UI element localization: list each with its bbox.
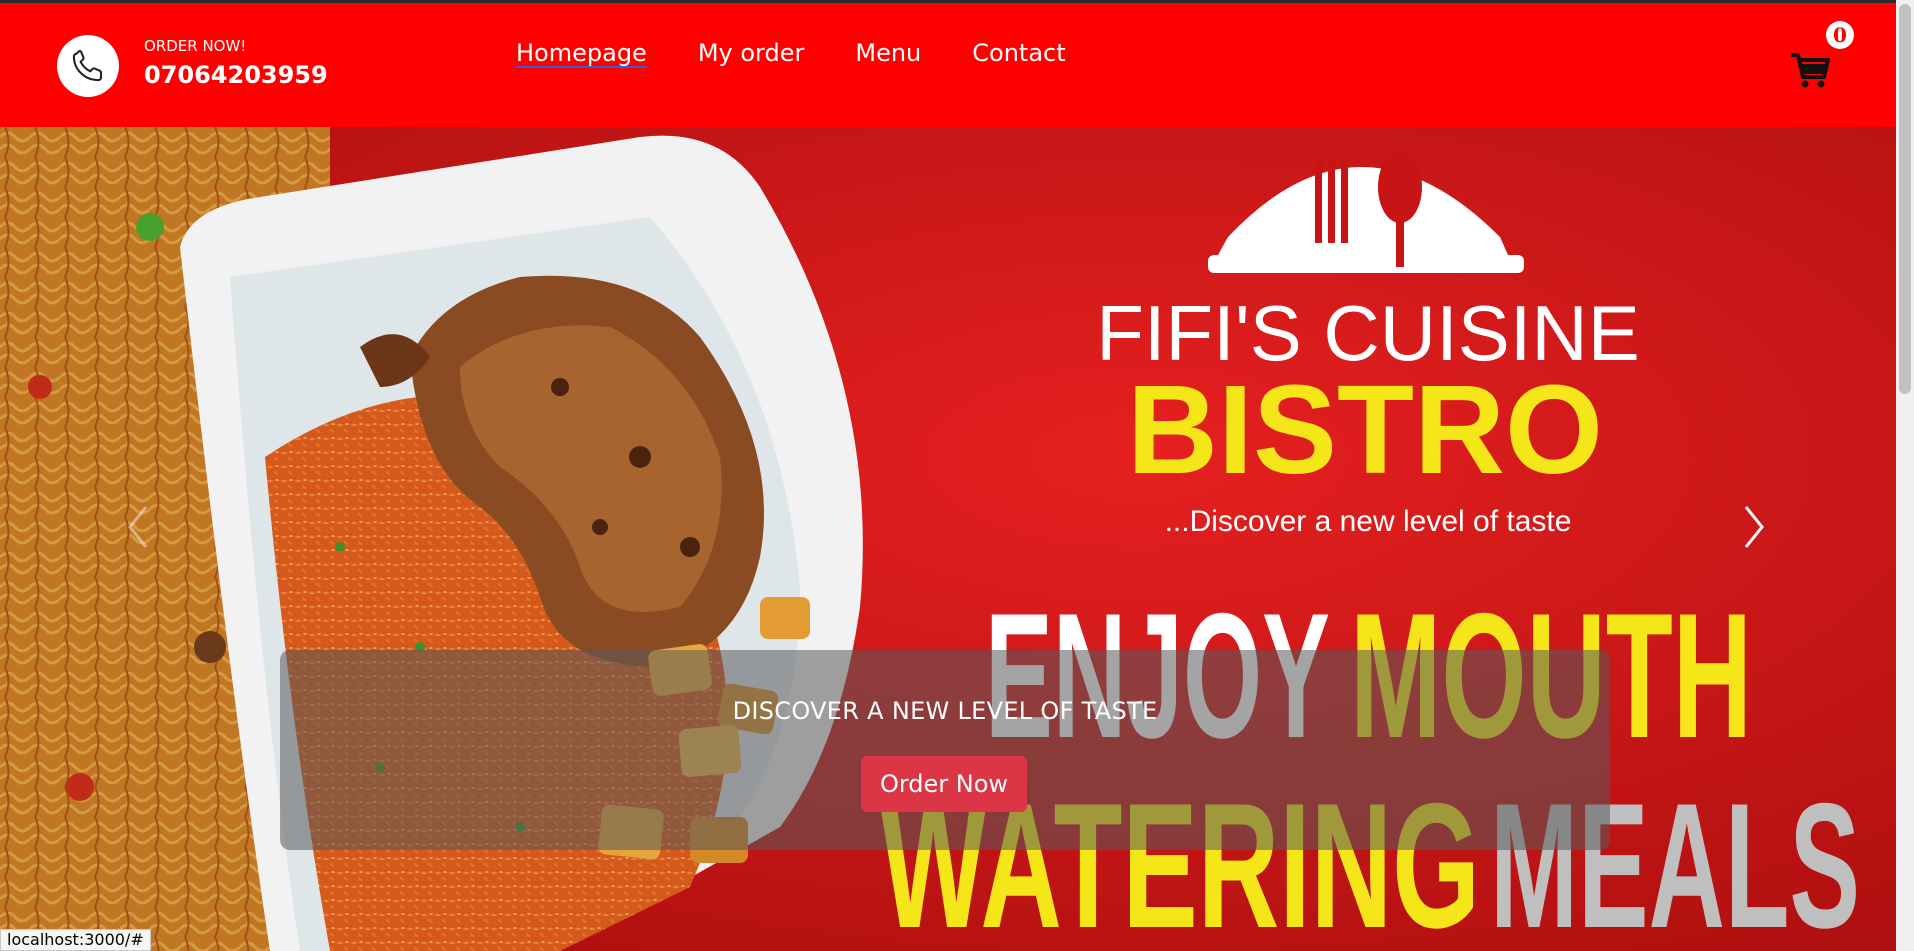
carousel-caption-panel <box>280 650 1610 850</box>
nav-menu[interactable]: Menu <box>855 39 921 67</box>
order-now-button[interactable]: Order Now <box>861 756 1027 812</box>
top-navbar: ORDER NOW! 07064203959 Homepage My order… <box>0 3 1896 127</box>
phone-button[interactable] <box>57 35 119 97</box>
nav-my-order[interactable]: My order <box>698 39 805 67</box>
nav-contact[interactable]: Contact <box>972 39 1065 67</box>
status-bar-url: localhost:3000/# <box>0 929 151 951</box>
cart-button[interactable] <box>1788 47 1832 91</box>
banner-brand-line2: BISTRO <box>1127 359 1603 500</box>
cart-count-badge: 0 <box>1826 21 1854 49</box>
carousel-caption: DISCOVER A NEW LEVEL OF TASTE <box>732 697 1158 725</box>
banner-tagline: ...Discover a new level of taste <box>1165 505 1572 538</box>
carousel-prev-button[interactable] <box>108 472 168 582</box>
phone-number[interactable]: 07064203959 <box>144 61 328 89</box>
chevron-right-icon <box>1744 506 1764 548</box>
carousel-next-button[interactable] <box>1724 472 1784 582</box>
chevron-left-icon <box>128 506 148 548</box>
order-now-label: ORDER NOW! <box>144 37 247 55</box>
cart-icon <box>1791 53 1830 88</box>
nav-homepage[interactable]: Homepage <box>516 39 647 67</box>
phone-icon <box>72 49 103 82</box>
scrollbar-thumb[interactable] <box>1899 4 1911 394</box>
main-nav: Homepage My order Menu Contact <box>516 39 1117 67</box>
